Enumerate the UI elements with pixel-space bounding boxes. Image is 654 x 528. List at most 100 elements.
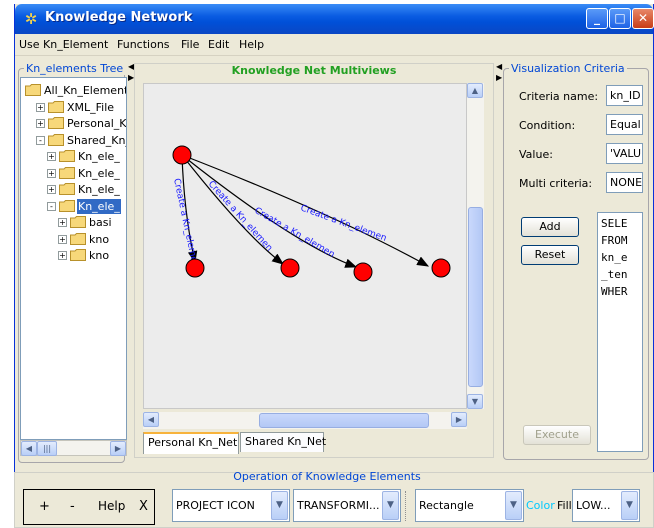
chevron-down-icon[interactable]: ▼ xyxy=(505,491,522,520)
folder-icon xyxy=(48,133,64,146)
splitter2-right-arrow-icon[interactable]: ▶ xyxy=(496,73,502,82)
multiviews-title: Knowledge Net Multiviews xyxy=(231,64,397,77)
icon-select-value: PROJECT ICON xyxy=(176,499,255,512)
color-label[interactable]: Color xyxy=(526,499,555,512)
graph-node[interactable] xyxy=(185,258,205,278)
add-button[interactable]: Add xyxy=(521,217,579,237)
splitter2-left-arrow-icon[interactable]: ◀ xyxy=(496,62,502,71)
operations-title: Operation of Knowledge Elements xyxy=(233,470,421,483)
kn-elements-tree[interactable]: All_Kn_Elements + XML_File + Personal_Kr - Sha… xyxy=(20,77,127,440)
graph-node[interactable] xyxy=(172,145,192,165)
menu-help[interactable]: Help xyxy=(239,38,264,51)
toolbar-grip[interactable] xyxy=(405,491,409,521)
edge-label: Create a Kn_elemen xyxy=(171,178,200,269)
knowledge-graph: Create a Kn_elemen Create a Kn_elemen Cr… xyxy=(171,145,451,282)
graph-node[interactable] xyxy=(431,258,451,278)
remove-element-button[interactable]: - xyxy=(70,499,75,514)
folder-icon xyxy=(59,183,75,195)
chevron-down-icon[interactable]: ▼ xyxy=(271,491,288,520)
tree-node-label: Kn_ele_ xyxy=(78,183,120,196)
expand-icon[interactable]: + xyxy=(58,218,67,227)
folder-icon xyxy=(70,232,86,245)
folder-icon xyxy=(48,100,64,113)
value-field[interactable]: 'VALUE xyxy=(606,143,643,164)
folder-icon xyxy=(59,199,75,212)
tree-node-label: kno xyxy=(89,249,110,262)
menu-file[interactable]: File xyxy=(181,38,199,51)
fill-label: Fill xyxy=(557,499,572,512)
transform-select[interactable]: TRANSFORMI... ▼ xyxy=(293,489,401,522)
tree-node-label: Kn_ele_ xyxy=(78,150,120,163)
scroll-right-icon[interactable]: ▶ xyxy=(451,412,467,427)
tab-shared-kn-net[interactable]: Shared Kn_Net xyxy=(240,432,326,452)
multi-criteria-label: Multi criteria: xyxy=(519,177,593,190)
tree-panel-title: Kn_elements Tree xyxy=(24,62,126,75)
expand-icon[interactable]: + xyxy=(58,234,67,244)
condition-field[interactable]: Equal: xyxy=(606,114,643,135)
add-element-button[interactable]: + xyxy=(39,499,50,514)
multi-criteria-field[interactable]: NONE xyxy=(606,172,643,193)
graph-node[interactable] xyxy=(353,262,373,282)
scroll-left-icon[interactable]: ◀ xyxy=(143,412,159,427)
reset-button[interactable]: Reset xyxy=(521,245,579,265)
tree-horizontal-scrollbar[interactable]: ◀ ||| ▶ xyxy=(20,440,127,456)
tree-node-label: Personal_Kr xyxy=(67,117,127,130)
canvas-horizontal-scrollbar[interactable]: ◀ ▶ xyxy=(143,412,467,429)
horizontal-scroll-thumb[interactable] xyxy=(259,413,429,428)
expand-icon[interactable]: + xyxy=(58,251,67,260)
operations-toolbar: + - Help X xyxy=(23,489,155,525)
window-title: Knowledge Network xyxy=(45,10,193,25)
menu-functions[interactable]: Functions xyxy=(117,38,170,51)
folder-icon xyxy=(25,84,41,96)
fill-select-value: LOW... xyxy=(576,499,611,512)
transform-select-value: TRANSFORMI... xyxy=(297,499,380,512)
maximize-button[interactable]: □ xyxy=(609,8,631,29)
expand-icon[interactable]: + xyxy=(47,185,56,194)
tree-node-label: Kn_ele_ xyxy=(78,166,120,180)
execute-button[interactable]: Execute xyxy=(523,425,591,445)
menu-edit[interactable]: Edit xyxy=(208,38,229,51)
help-button[interactable]: Help xyxy=(98,499,125,513)
icon-select[interactable]: PROJECT ICON ▼ xyxy=(172,489,290,522)
chevron-down-icon[interactable]: ▼ xyxy=(382,491,399,520)
scroll-down-icon[interactable]: ▼ xyxy=(467,394,483,409)
folder-icon xyxy=(70,249,86,261)
canvas-vertical-scrollbar[interactable]: ▲ ▼ xyxy=(467,83,484,409)
folder-icon xyxy=(59,150,75,162)
scroll-up-icon[interactable]: ▲ xyxy=(467,83,483,98)
tab-personal-kn-net[interactable]: Personal Kn_Net xyxy=(143,432,239,454)
close-icon[interactable]: X xyxy=(139,499,148,514)
menu-bar: Use Kn_Element Functions File Edit Help xyxy=(15,34,653,56)
scroll-thumb[interactable]: ||| xyxy=(37,441,57,456)
shape-select[interactable]: Rectangle ▼ xyxy=(415,489,524,522)
fill-select[interactable]: LOW... ▼ xyxy=(572,489,640,522)
criteria-name-label: Criteria name: xyxy=(519,90,599,103)
graph-node[interactable] xyxy=(280,258,300,278)
close-window-button[interactable]: ✕ xyxy=(632,8,654,29)
expand-icon[interactable]: + xyxy=(36,119,45,128)
condition-label: Condition: xyxy=(519,119,576,132)
chevron-down-icon[interactable]: ▼ xyxy=(621,491,638,520)
tree-node-label: All_Kn_Elements xyxy=(44,84,127,97)
tree-node-label: Shared_Kn_ xyxy=(67,133,127,147)
menu-use-kn-element[interactable]: Use Kn_Element xyxy=(19,38,108,51)
collapse-icon[interactable]: - xyxy=(36,135,45,145)
folder-icon xyxy=(70,216,86,228)
tree-node-label: Kn_ele_ xyxy=(77,198,121,214)
expand-icon[interactable]: + xyxy=(36,102,45,112)
criteria-name-field[interactable]: kn_ID xyxy=(606,85,643,106)
minimize-button[interactable]: _ xyxy=(586,8,608,29)
shape-select-value: Rectangle xyxy=(419,499,474,512)
collapse-icon[interactable]: - xyxy=(47,201,56,211)
scroll-right-icon[interactable]: ▶ xyxy=(110,441,126,456)
expand-icon[interactable]: + xyxy=(47,168,56,178)
folder-icon xyxy=(48,117,64,129)
expand-icon[interactable]: + xyxy=(47,152,56,161)
scroll-left-icon[interactable]: ◀ xyxy=(21,441,37,456)
graph-canvas[interactable]: Create a Kn_elemen Create a Kn_elemen Cr… xyxy=(143,83,467,409)
sql-query-text[interactable]: SELE FROM kn_e _ten WHER xyxy=(597,212,643,452)
folder-icon xyxy=(59,166,75,179)
vertical-scroll-thumb[interactable] xyxy=(468,207,483,387)
title-bar: ✲ Knowledge Network _ □ ✕ xyxy=(15,4,654,34)
app-logo-icon: ✲ xyxy=(24,10,38,28)
